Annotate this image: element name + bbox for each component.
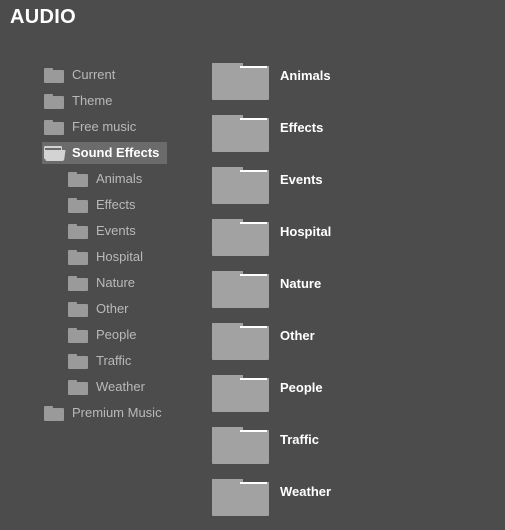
folder-icon — [44, 405, 64, 421]
tree-item-label: Animals — [96, 171, 143, 186]
tree-item-hit-area[interactable]: Events — [68, 220, 136, 242]
folder-grid: Animals Effects Events Hospital Nature Other P… — [212, 62, 502, 530]
tree-item-hit-area[interactable]: Weather — [68, 376, 145, 398]
tree-item-label: Premium Music — [72, 405, 162, 420]
tree-item-label: Hospital — [96, 249, 143, 264]
tree-item-label: Free music — [72, 119, 137, 134]
grid-item-traffic[interactable]: Traffic — [212, 426, 502, 478]
tree-item-hit-area[interactable]: Traffic — [68, 350, 131, 372]
grid-item-label: Hospital — [280, 224, 332, 239]
tree-item-label: Sound Effects — [72, 145, 160, 160]
folder-tree: Current Theme Free music Sound Effects Anima… — [0, 62, 200, 426]
tree-item-hit-area[interactable]: People — [68, 324, 136, 346]
tree-item-label: Traffic — [96, 353, 132, 368]
tree-item-traffic[interactable]: Traffic — [0, 348, 200, 374]
folder-icon — [68, 275, 88, 291]
tree-item-current[interactable]: Current — [0, 62, 200, 88]
grid-item-weather[interactable]: Weather — [212, 478, 502, 530]
tree-item-label: Other — [96, 301, 129, 316]
folder-thumbnail-icon[interactable] — [212, 62, 269, 100]
tree-item-hit-area[interactable]: Current — [44, 64, 115, 86]
folder-thumbnail-icon[interactable] — [212, 426, 269, 464]
grid-item-nature[interactable]: Nature — [212, 270, 502, 322]
folder-thumbnail-icon[interactable] — [212, 478, 269, 516]
tree-item-nature[interactable]: Nature — [0, 270, 200, 296]
grid-item-people[interactable]: People — [212, 374, 502, 426]
tree-item-weather[interactable]: Weather — [0, 374, 200, 400]
grid-item-label: Effects — [280, 120, 324, 135]
grid-item-animals[interactable]: Animals — [212, 62, 502, 114]
tree-item-animals[interactable]: Animals — [0, 166, 200, 192]
tree-item-hit-area[interactable]: Sound Effects — [42, 142, 168, 164]
tree-item-people[interactable]: People — [0, 322, 200, 348]
tree-item-label: People — [96, 327, 137, 342]
tree-item-free-music[interactable]: Free music — [0, 114, 200, 140]
tree-item-hit-area[interactable]: Other — [68, 298, 129, 320]
grid-item-events[interactable]: Events — [212, 166, 502, 218]
folder-icon — [68, 301, 88, 317]
tree-item-hit-area[interactable]: Premium Music — [44, 402, 162, 424]
folder-thumbnail-icon[interactable] — [212, 166, 269, 204]
folder-thumbnail-icon[interactable] — [212, 270, 269, 308]
folder-icon — [68, 327, 88, 343]
grid-item-label: Weather — [280, 484, 332, 499]
grid-item-label: People — [280, 380, 323, 395]
tree-item-sound-effects[interactable]: Sound Effects — [0, 140, 200, 166]
tree-item-label: Effects — [96, 197, 136, 212]
folder-icon — [68, 379, 88, 395]
grid-item-effects[interactable]: Effects — [212, 114, 502, 166]
tree-item-effects[interactable]: Effects — [0, 192, 200, 218]
tree-item-hit-area[interactable]: Animals — [68, 168, 142, 190]
tree-item-label: Nature — [96, 275, 136, 290]
tree-item-events[interactable]: Events — [0, 218, 200, 244]
tree-item-hospital[interactable]: Hospital — [0, 244, 200, 270]
folder-icon — [68, 223, 88, 239]
folder-icon — [44, 93, 64, 109]
tree-item-other[interactable]: Other — [0, 296, 200, 322]
page-title: AUDIO — [10, 6, 76, 28]
folder-icon — [44, 119, 64, 135]
folder-icon — [68, 249, 88, 265]
folder-thumbnail-icon[interactable] — [212, 322, 269, 360]
grid-item-label: Animals — [280, 68, 331, 83]
folder-open-icon — [44, 145, 66, 161]
grid-item-label: Other — [280, 328, 315, 343]
folder-icon — [44, 67, 64, 83]
tree-item-hit-area[interactable]: Theme — [44, 90, 112, 112]
tree-item-hit-area[interactable]: Effects — [68, 194, 136, 216]
tree-item-premium-music[interactable]: Premium Music — [0, 400, 200, 426]
grid-item-label: Traffic — [280, 432, 320, 447]
tree-item-label: Weather — [96, 379, 145, 394]
folder-icon — [68, 353, 88, 369]
folder-thumbnail-icon[interactable] — [212, 218, 269, 256]
folder-icon — [68, 171, 88, 187]
tree-item-hit-area[interactable]: Hospital — [68, 246, 143, 268]
folder-icon — [68, 197, 88, 213]
grid-item-other[interactable]: Other — [212, 322, 502, 374]
grid-item-label: Events — [280, 172, 323, 187]
tree-item-label: Current — [72, 67, 116, 82]
grid-item-hospital[interactable]: Hospital — [212, 218, 502, 270]
tree-item-theme[interactable]: Theme — [0, 88, 200, 114]
grid-item-label: Nature — [280, 276, 322, 291]
tree-item-label: Theme — [72, 93, 113, 108]
folder-thumbnail-icon[interactable] — [212, 374, 269, 412]
tree-item-hit-area[interactable]: Nature — [68, 272, 135, 294]
folder-thumbnail-icon[interactable] — [212, 114, 269, 152]
tree-item-hit-area[interactable]: Free music — [44, 116, 136, 138]
tree-item-label: Events — [96, 223, 136, 238]
